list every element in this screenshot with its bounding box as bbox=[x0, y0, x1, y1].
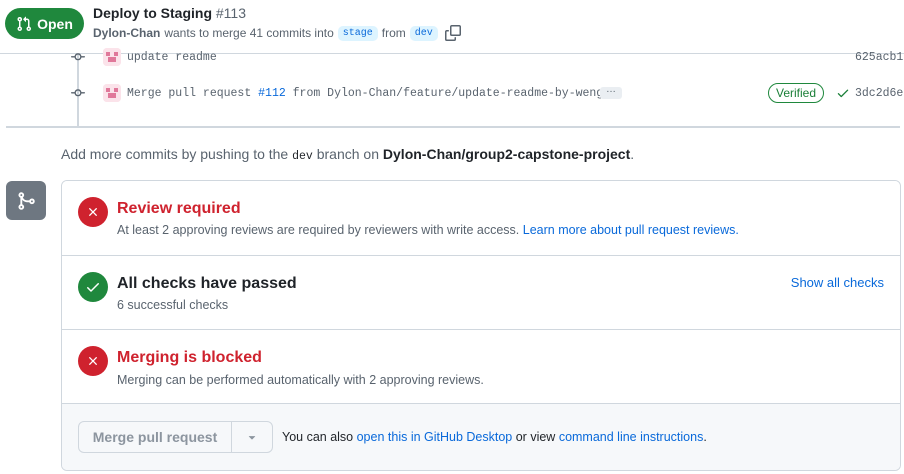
git-merge-icon bbox=[18, 191, 35, 210]
git-commit-icon bbox=[71, 53, 85, 61]
checks-title: All checks have passed bbox=[117, 275, 297, 292]
hint-repo: Dylon-Chan/group2-capstone-project bbox=[382, 146, 631, 162]
commit-message-suffix: from Dylon-Chan/feature/update-readme-by… bbox=[292, 86, 611, 100]
commit-sha[interactable]: 3dc2d6e bbox=[855, 87, 903, 100]
pr-author-link[interactable]: Dylon-Chan bbox=[93, 26, 160, 40]
merging-blocked-title: Merging is blocked bbox=[117, 349, 262, 366]
verified-badge[interactable]: Verified bbox=[768, 83, 825, 103]
push-hint: Add more commits by pushing to the dev b… bbox=[61, 146, 634, 163]
check-icon bbox=[87, 283, 99, 292]
pr-link[interactable]: #112 bbox=[258, 87, 286, 100]
divider bbox=[6, 126, 900, 128]
commit-sha[interactable]: 625acb1 bbox=[855, 51, 903, 64]
open-github-desktop-link[interactable]: open this in GitHub Desktop bbox=[357, 430, 513, 444]
alternate-merge-hint: You can also open this in GitHub Desktop… bbox=[282, 430, 707, 444]
learn-more-reviews-link[interactable]: Learn more about pull request reviews. bbox=[523, 223, 739, 237]
avatar[interactable] bbox=[103, 48, 121, 66]
status-check-circle bbox=[78, 272, 108, 302]
merging-blocked-section: Merging is blocked Merging can be perfor… bbox=[62, 330, 900, 404]
footer-middle: or view bbox=[515, 430, 556, 444]
pr-meta-text: wants to merge 41 commits into bbox=[164, 26, 334, 40]
status-x-circle bbox=[78, 346, 108, 376]
footer-prefix: You can also bbox=[282, 430, 354, 444]
pr-title[interactable]: Deploy to Staging #113 bbox=[93, 5, 246, 21]
pr-title-text: Deploy to Staging bbox=[93, 5, 212, 21]
triangle-down-icon bbox=[248, 436, 256, 440]
merge-pull-request-button[interactable]: Merge pull request bbox=[79, 422, 232, 452]
avatar[interactable] bbox=[103, 84, 121, 102]
commit-message-prefix: Merge pull request bbox=[127, 86, 252, 100]
commit-row: Merge pull request #112 from Dylon-Chan/… bbox=[68, 82, 904, 104]
review-desc-text: At least 2 approving reviews are require… bbox=[117, 223, 520, 237]
checks-section[interactable]: All checks have passed 6 successful chec… bbox=[62, 256, 900, 330]
x-icon bbox=[89, 208, 97, 216]
pr-number: #113 bbox=[215, 5, 246, 21]
merge-footer: Merge pull request You can also open thi… bbox=[62, 404, 900, 470]
pr-state-badge: Open bbox=[5, 8, 84, 39]
head-branch-label[interactable]: dev bbox=[409, 25, 438, 41]
commit-message[interactable]: update readme bbox=[127, 51, 217, 64]
hint-middle: branch on bbox=[316, 146, 380, 162]
pr-state-label: Open bbox=[37, 15, 73, 32]
merge-box: Review required At least 2 approving rev… bbox=[61, 180, 901, 471]
merge-status-icon-box bbox=[6, 181, 46, 220]
show-all-checks-link[interactable]: Show all checks bbox=[791, 275, 884, 290]
status-x-circle bbox=[78, 197, 108, 227]
merge-method-dropdown[interactable] bbox=[232, 422, 272, 452]
hint-branch: dev bbox=[292, 150, 313, 163]
base-branch-label[interactable]: stage bbox=[337, 25, 378, 41]
hint-prefix: Add more commits by pushing to the bbox=[61, 146, 289, 162]
check-icon[interactable] bbox=[836, 86, 850, 100]
command-line-instructions-link[interactable]: command line instructions bbox=[559, 430, 704, 444]
review-required-desc: At least 2 approving reviews are require… bbox=[117, 223, 739, 237]
expand-commit-button[interactable]: … bbox=[600, 85, 622, 99]
copy-icon[interactable] bbox=[444, 25, 461, 41]
checks-desc: 6 successful checks bbox=[117, 298, 229, 312]
hint-suffix: . bbox=[630, 146, 635, 162]
merge-button-group: Merge pull request bbox=[78, 421, 273, 453]
commit-message[interactable]: Merge pull request #112 from Dylon-Chan/… bbox=[127, 87, 610, 100]
pr-meta: Dylon-Chan wants to merge 41 commits int… bbox=[93, 25, 461, 41]
review-required-title: Review required bbox=[117, 200, 241, 217]
pr-from-text: from bbox=[381, 26, 406, 40]
git-commit-icon bbox=[71, 89, 85, 97]
x-icon bbox=[89, 357, 97, 365]
footer-suffix: . bbox=[703, 430, 707, 444]
review-required-section[interactable]: Review required At least 2 approving rev… bbox=[62, 181, 900, 256]
commit-row: update readme 625acb1 bbox=[68, 46, 904, 68]
merging-blocked-desc: Merging can be performed automatically w… bbox=[117, 373, 484, 387]
git-pull-request-icon bbox=[17, 16, 32, 31]
